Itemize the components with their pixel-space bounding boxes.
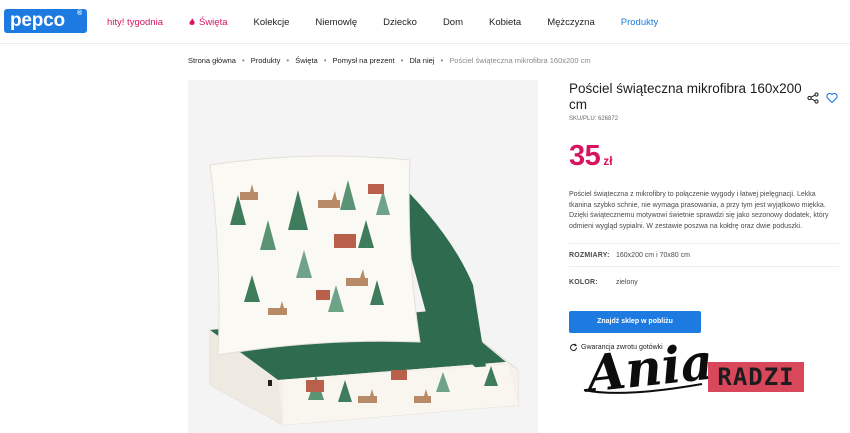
product-price: 35 zł: [569, 140, 613, 172]
pepco-logo[interactable]: pepco ®: [4, 9, 87, 33]
price-currency: zł: [603, 154, 613, 168]
attribute-value: zielony: [616, 278, 638, 286]
price-value: 35: [569, 140, 601, 172]
product-title: Pościel świąteczna mikrofibra 160x200 cm: [569, 81, 802, 112]
attribute-label: ROZMIARY:: [569, 251, 610, 259]
main-nav: hity! tygodnia Święta Kolekcje Niemowlę …: [107, 0, 684, 44]
breadcrumb-dla-niej[interactable]: Dla niej: [409, 56, 434, 65]
product-page: pepco ® hity! tygodnia Święta Kolekcje N…: [0, 0, 850, 433]
breadcrumb-produkty[interactable]: Produkty: [251, 56, 281, 65]
breadcrumb-separator: •: [400, 56, 404, 65]
breadcrumb-current: Pościel świąteczna mikrofibra 160x200 cm: [449, 56, 591, 65]
nav-item-mezczyzna[interactable]: Mężczyzna: [547, 17, 595, 28]
product-description: Pościel świąteczna z mikrofibry to połąc…: [569, 191, 829, 230]
breadcrumb-swieta[interactable]: Święta: [295, 56, 318, 65]
bedding-illustration: [209, 155, 519, 426]
nav-item-dom[interactable]: Dom: [443, 17, 463, 28]
logo-text: pepco: [10, 10, 65, 31]
attribute-value: 160x200 cm i 70x80 cm: [616, 251, 690, 259]
share-icon[interactable]: [807, 92, 819, 104]
nav-item-swieta[interactable]: Święta: [189, 17, 228, 28]
nav-item-kobieta[interactable]: Kobieta: [489, 17, 521, 28]
nav-item-niemowle[interactable]: Niemowlę: [315, 17, 357, 28]
breadcrumb: Strona główna • Produkty • Święta • Pomy…: [188, 56, 591, 65]
breadcrumb-home[interactable]: Strona główna: [188, 56, 236, 65]
site-header: pepco ® hity! tygodnia Święta Kolekcje N…: [0, 0, 850, 44]
breadcrumb-separator: •: [241, 56, 245, 65]
breadcrumb-separator: •: [286, 56, 290, 65]
find-store-button[interactable]: Znajdź sklep w pobliżu: [569, 311, 701, 333]
breadcrumb-pomysl-na-prezent[interactable]: Pomysł na prezent: [333, 56, 395, 65]
watermark-badge: RADZI: [708, 362, 804, 392]
attribute-label: KOLOR:: [569, 278, 598, 286]
product-sku: SKU/PLU: 626872: [569, 116, 619, 122]
registered-mark: ®: [77, 10, 82, 17]
heart-icon[interactable]: [826, 92, 838, 104]
nav-item-dziecko[interactable]: Dziecko: [383, 17, 417, 28]
flame-icon: [189, 18, 195, 25]
nav-item-kolekcje[interactable]: Kolekcje: [254, 17, 290, 28]
breadcrumb-separator: •: [323, 56, 327, 65]
nav-item-hity-tygodnia[interactable]: hity! tygodnia: [107, 17, 163, 28]
attribute-row-sizes: ROZMIARY: 160x200 cm i 70x80 cm: [569, 243, 839, 267]
attribute-row-color: KOLOR: zielony: [569, 270, 839, 294]
refresh-icon: [570, 343, 578, 351]
breadcrumb-separator: •: [440, 56, 444, 65]
product-image[interactable]: [188, 80, 538, 433]
nav-item-produkty[interactable]: Produkty: [621, 17, 659, 28]
